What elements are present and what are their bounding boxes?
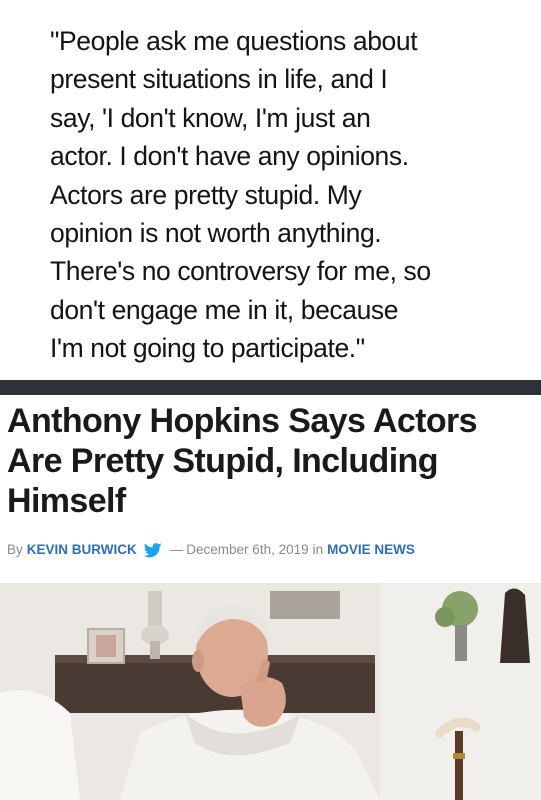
photo-illustration — [0, 583, 541, 800]
byline-by: By — [7, 542, 23, 557]
article: Anthony Hopkins Says Actors Are Pretty S… — [0, 395, 541, 800]
quote-line: There's no controversy for me, so — [50, 256, 431, 287]
quote-line: Actors are pretty stupid. My — [50, 179, 362, 210]
article-headline[interactable]: Anthony Hopkins Says Actors Are Pretty S… — [7, 401, 537, 521]
quote-line: opinion is not worth anything. — [50, 218, 382, 249]
section-divider — [0, 380, 541, 395]
category-link[interactable]: MOVIE NEWS — [327, 540, 415, 560]
twitter-bird-icon[interactable] — [143, 542, 162, 558]
quote-block: "People ask me questions about present s… — [0, 0, 541, 380]
quote-line: actor. I don't have any opinions. — [50, 141, 409, 172]
quote-text: "People ask me questions about present s… — [50, 22, 520, 368]
quote-line: present situations in life, and I — [50, 64, 388, 95]
headline-line: Are Pretty Stupid, Including — [7, 442, 439, 480]
quote-line: say, 'I don't know, I'm just an — [50, 102, 371, 133]
article-photo — [0, 583, 541, 800]
byline: By KEVIN BURWICK — December 6th, 2019 in… — [7, 540, 415, 560]
quote-line: I'm not going to participate." — [50, 333, 365, 364]
author-link[interactable]: KEVIN BURWICK — [27, 540, 137, 560]
quote-line: don't engage me in it, because — [50, 294, 399, 325]
headline-line: Anthony Hopkins Says Actors — [7, 402, 478, 440]
publish-date: December 6th, 2019 — [186, 542, 309, 557]
byline-in: in — [312, 542, 324, 557]
quote-line: "People ask me questions about — [50, 26, 418, 56]
headline-line: Himself — [7, 482, 126, 520]
byline-dash: — — [169, 542, 184, 557]
